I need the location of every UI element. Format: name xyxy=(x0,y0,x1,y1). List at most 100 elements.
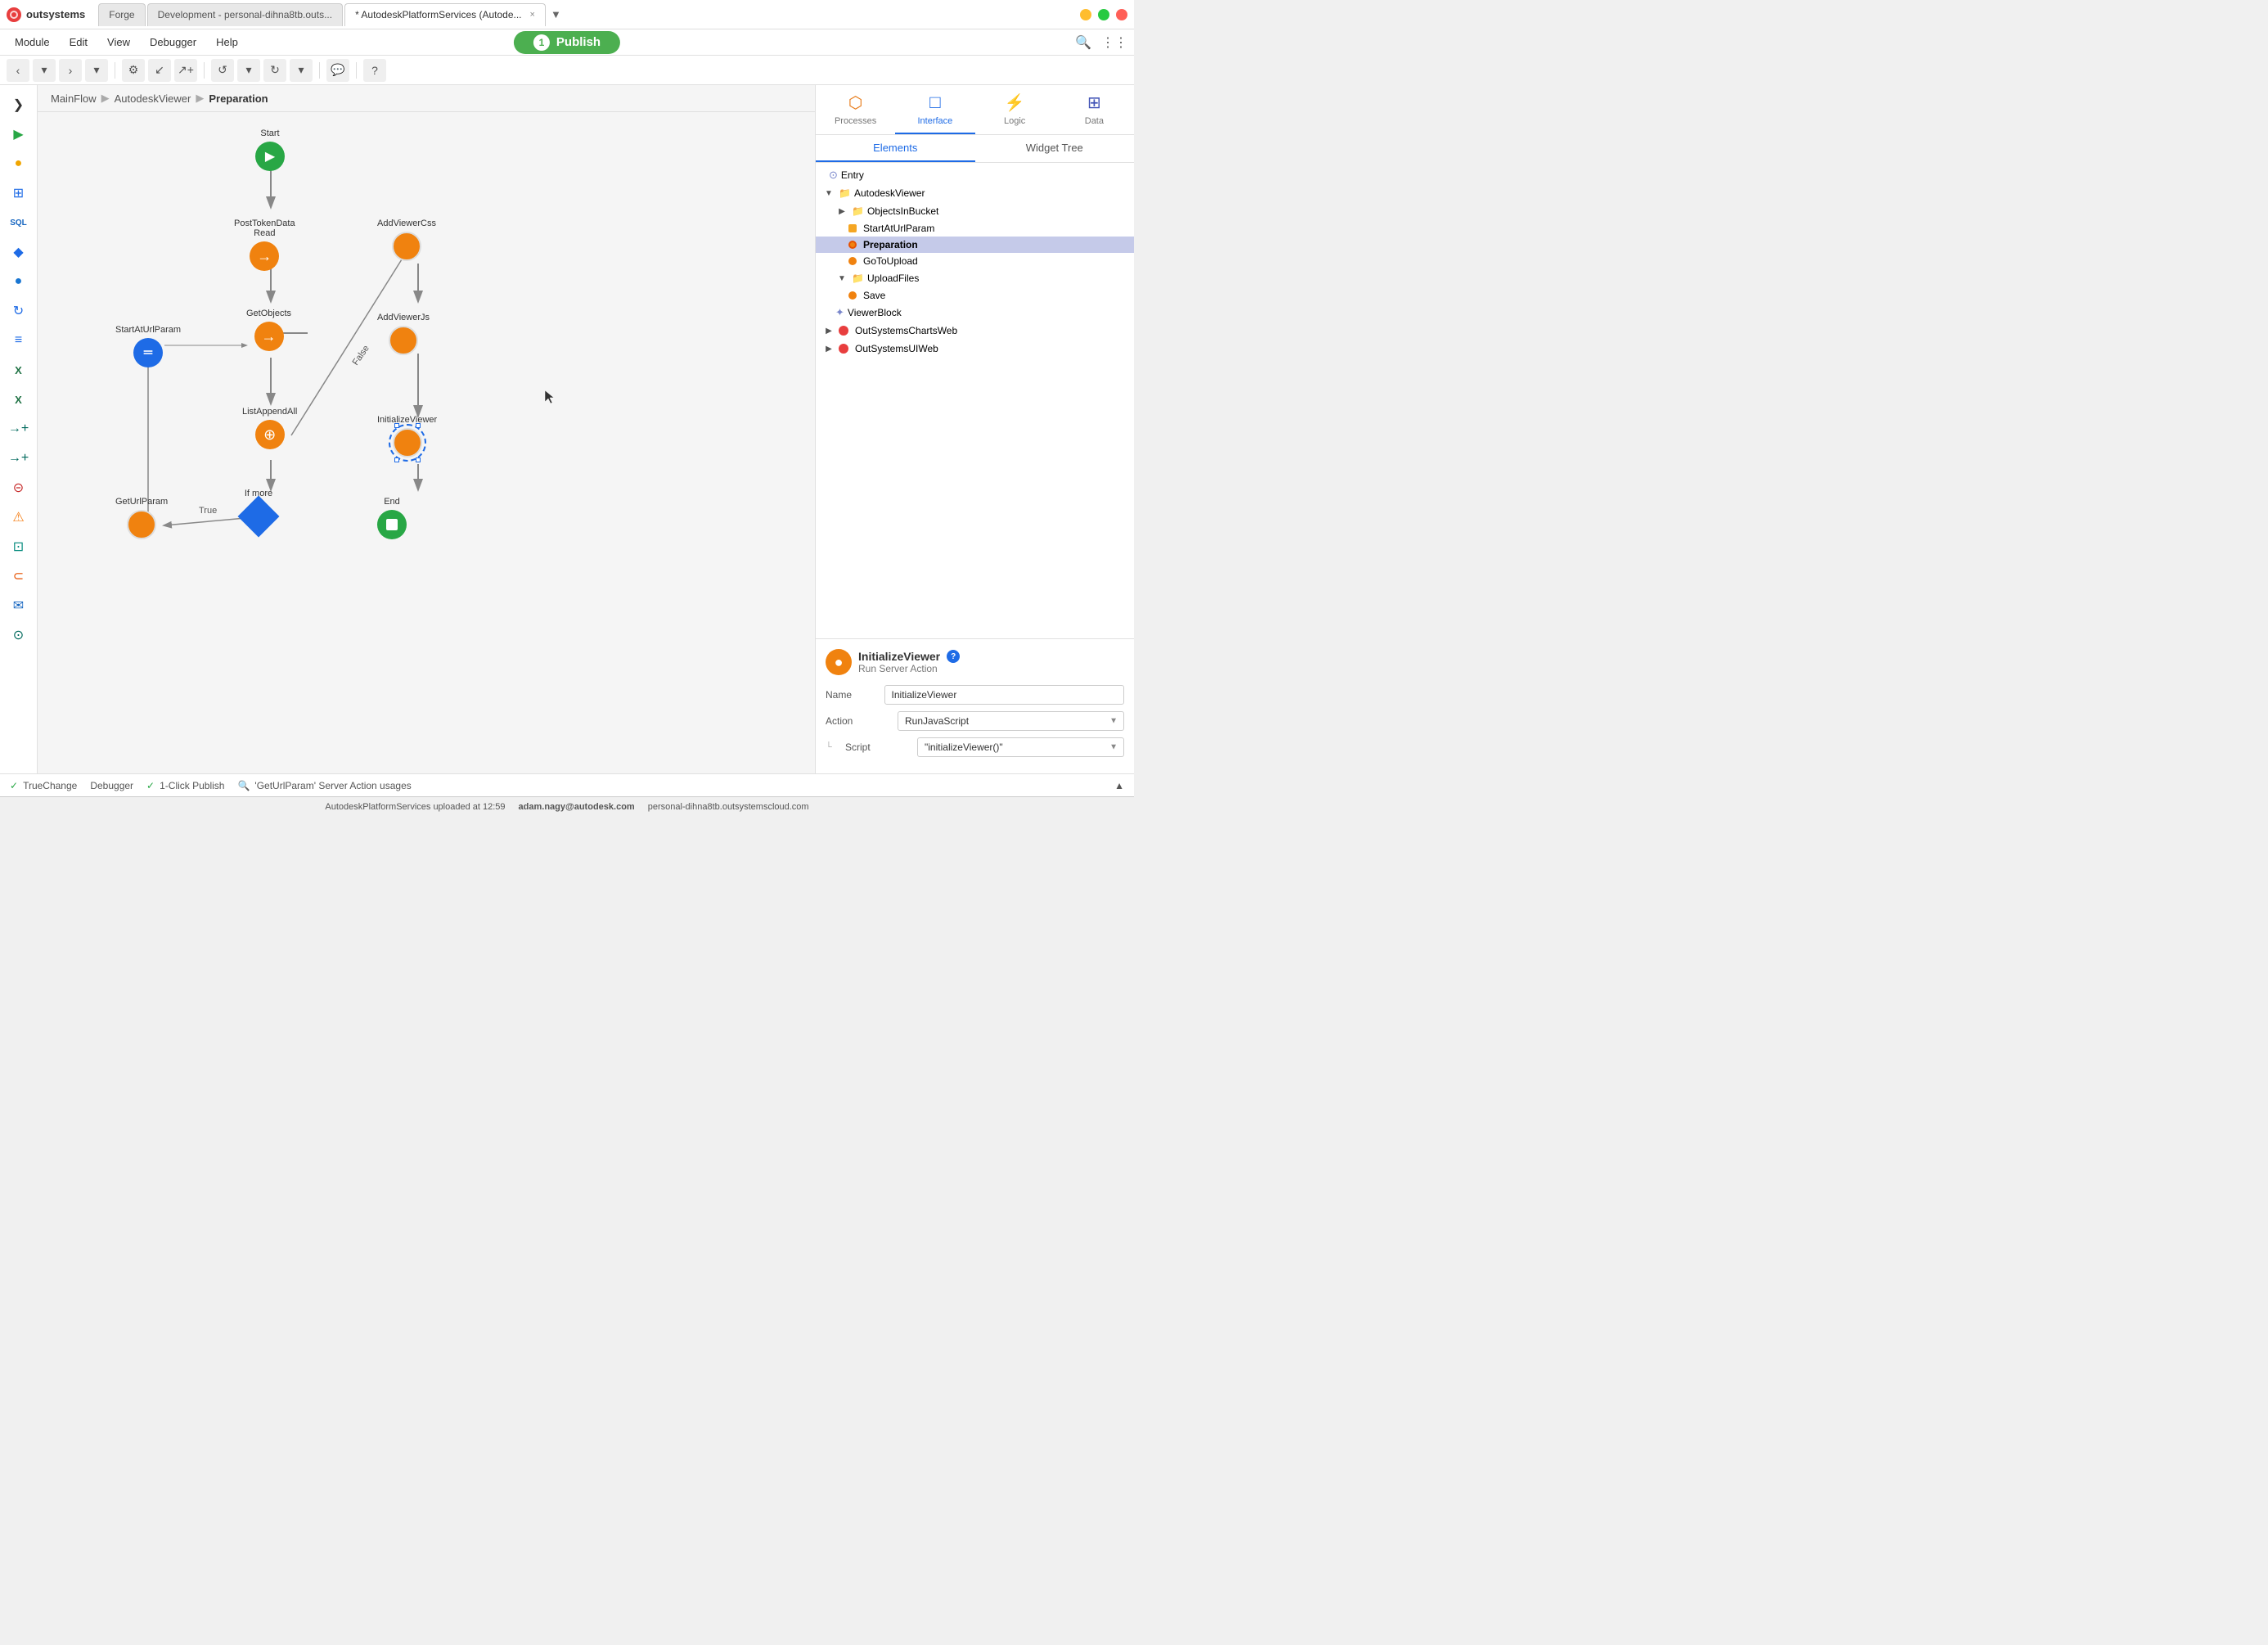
upload-files-expand[interactable]: ▼ xyxy=(835,272,848,285)
tree-item-entry[interactable]: ⊙ Entry xyxy=(816,166,1134,184)
apps-icon[interactable]: ⋮⋮ xyxy=(1101,34,1127,51)
tab-close-icon[interactable]: × xyxy=(530,10,535,20)
prop-name-input[interactable] xyxy=(884,685,1124,705)
app-logo: outsystems xyxy=(7,7,85,22)
back-dropdown[interactable]: ▾ xyxy=(33,59,56,82)
menu-edit[interactable]: Edit xyxy=(61,33,96,52)
redo-dropdown[interactable]: ▾ xyxy=(290,59,313,82)
sidebar-equals[interactable]: ≡ xyxy=(6,327,32,354)
tab-dropdown-icon[interactable]: ▼ xyxy=(551,8,561,20)
publish-button[interactable]: 1 Publish xyxy=(514,31,620,54)
tab-processes[interactable]: ⬡ Processes xyxy=(816,85,895,134)
search-icon[interactable]: 🔍 xyxy=(1075,34,1091,51)
tab-forge[interactable]: Forge xyxy=(98,3,145,26)
node-list-append[interactable]: ListAppendAll ⊕ xyxy=(242,407,297,449)
sidebar-error[interactable]: ⊝ xyxy=(6,475,32,501)
tree-item-autodesk-viewer[interactable]: ▼ 📁 AutodeskViewer xyxy=(816,184,1134,202)
sidebar-expand[interactable]: ❯ xyxy=(6,92,32,118)
maximize-button[interactable] xyxy=(1098,9,1109,20)
autodesk-viewer-expand[interactable]: ▼ xyxy=(822,187,835,200)
tab-logic[interactable]: ⚡ Logic xyxy=(975,85,1055,134)
back-button[interactable]: ‹ xyxy=(7,59,29,82)
node-start-url-param[interactable]: StartAtUrlParam ＝ xyxy=(115,325,181,367)
menu-view[interactable]: View xyxy=(99,33,138,52)
sidebar-data[interactable]: ⊂ xyxy=(6,563,32,589)
forward-dropdown[interactable]: ▾ xyxy=(85,59,108,82)
charts-expand[interactable]: ▶ xyxy=(822,324,835,337)
status-debugger[interactable]: Debugger xyxy=(90,780,133,791)
menu-help[interactable]: Help xyxy=(208,33,246,52)
tree-item-go-to-upload[interactable]: GoToUpload xyxy=(816,253,1134,269)
bottom-bar: AutodeskPlatformServices uploaded at 12:… xyxy=(0,796,1134,816)
close-button[interactable] xyxy=(1116,9,1127,20)
undo-button[interactable]: ↺ xyxy=(211,59,234,82)
sidebar-sql[interactable]: SQL xyxy=(6,210,32,236)
tree-item-save[interactable]: Save xyxy=(816,287,1134,304)
node-initialize-viewer[interactable]: InitializeViewer xyxy=(377,415,437,457)
sidebar-excel2[interactable]: X xyxy=(6,386,32,412)
sidebar-screen[interactable]: ⊡ xyxy=(6,534,32,560)
sidebar-excel1[interactable]: X xyxy=(6,357,32,383)
entry-label: Entry xyxy=(841,169,1127,181)
node-add-viewer-css[interactable]: AddViewerCss xyxy=(377,219,436,261)
tree-item-upload-files[interactable]: ▼ 📁 UploadFiles xyxy=(816,269,1134,287)
sidebar-add[interactable]: →+ xyxy=(6,416,32,442)
status-expand-icon[interactable]: ▲ xyxy=(1114,780,1124,791)
search-status-icon: 🔍 xyxy=(237,780,250,791)
tab-autodesk[interactable]: * AutodeskPlatformServices (Autode... × xyxy=(344,3,546,26)
node-start[interactable]: Start ▶ xyxy=(255,128,285,171)
breadcrumb-mainflow[interactable]: MainFlow xyxy=(51,92,97,105)
sidebar-grid[interactable]: ⊞ xyxy=(6,180,32,206)
prop-action-select[interactable]: RunJavaScript Other xyxy=(898,711,1124,731)
sidebar-mail[interactable]: ✉ xyxy=(6,593,32,619)
node-post-token[interactable]: PostTokenDataRead → xyxy=(234,219,295,271)
status-one-click[interactable]: ✓ 1-Click Publish xyxy=(146,780,224,791)
prop-script-select[interactable]: "initializeViewer()" xyxy=(917,737,1124,757)
node-get-url-param[interactable]: GetUrlParam xyxy=(115,497,168,539)
sidebar-warning[interactable]: ⚠ xyxy=(6,504,32,530)
tree-item-objects[interactable]: ▶ 📁 ObjectsInBucket xyxy=(816,202,1134,220)
objects-expand[interactable]: ▶ xyxy=(835,205,848,218)
undo-dropdown[interactable]: ▾ xyxy=(237,59,260,82)
node-if-more[interactable]: If more xyxy=(244,489,273,531)
menu-module[interactable]: Module xyxy=(7,33,58,52)
forward-button[interactable]: › xyxy=(59,59,82,82)
deploy-button[interactable]: ↙ xyxy=(148,59,171,82)
node-end[interactable]: End xyxy=(377,497,407,539)
breadcrumb: MainFlow ▶ AutodeskViewer ▶ Preparation xyxy=(38,85,815,112)
minimize-button[interactable] xyxy=(1080,9,1091,20)
tree-item-viewer-block[interactable]: ✦ ViewerBlock xyxy=(816,304,1134,322)
tree-item-ui-web[interactable]: ▶ OutSystemsUIWeb xyxy=(816,340,1134,358)
sidebar-breakpoint[interactable]: ● xyxy=(6,151,32,177)
sidebar-add2[interactable]: →+ xyxy=(6,445,32,471)
sidebar-circle[interactable]: ● xyxy=(6,268,32,295)
tab-development[interactable]: Development - personal-dihna8tb.outs... xyxy=(147,3,343,26)
add-node-button[interactable]: ↗+ xyxy=(174,59,197,82)
breadcrumb-viewer[interactable]: AutodeskViewer xyxy=(115,92,191,105)
redo-button[interactable]: ↻ xyxy=(263,59,286,82)
objects-label: ObjectsInBucket xyxy=(867,205,1127,217)
settings-button[interactable]: ⚙ xyxy=(122,59,145,82)
node-add-viewer-js[interactable]: AddViewerJs xyxy=(377,313,430,355)
sidebar-globe[interactable]: ⊙ xyxy=(6,622,32,648)
sidebar-refresh[interactable]: ↻ xyxy=(6,298,32,324)
comment-button[interactable]: 💬 xyxy=(326,59,349,82)
tab-interface[interactable]: □ Interface xyxy=(895,85,974,134)
sub-tab-widget-tree[interactable]: Widget Tree xyxy=(975,135,1135,162)
tree-item-preparation[interactable]: Preparation xyxy=(816,237,1134,253)
tab-data[interactable]: ⊞ Data xyxy=(1055,85,1134,134)
tree-item-charts[interactable]: ▶ OutSystemsChartsWeb xyxy=(816,322,1134,340)
sidebar-run[interactable]: ▶ xyxy=(6,121,32,147)
tree-item-start-url[interactable]: StartAtUrlParam xyxy=(816,220,1134,237)
prop-help-icon[interactable]: ? xyxy=(947,650,960,663)
status-search[interactable]: 🔍 'GetUrlParam' Server Action usages xyxy=(237,780,411,791)
prop-subtitle: Run Server Action xyxy=(858,663,960,674)
help-button[interactable]: ? xyxy=(363,59,386,82)
menu-debugger[interactable]: Debugger xyxy=(142,33,205,52)
ui-web-expand[interactable]: ▶ xyxy=(822,342,835,355)
status-true-change[interactable]: ✓ TrueChange xyxy=(10,780,77,791)
node-get-objects[interactable]: GetObjects → xyxy=(246,309,291,351)
true-change-check: ✓ xyxy=(10,780,18,791)
sidebar-diamond[interactable]: ◆ xyxy=(6,239,32,265)
sub-tab-elements[interactable]: Elements xyxy=(816,135,975,162)
